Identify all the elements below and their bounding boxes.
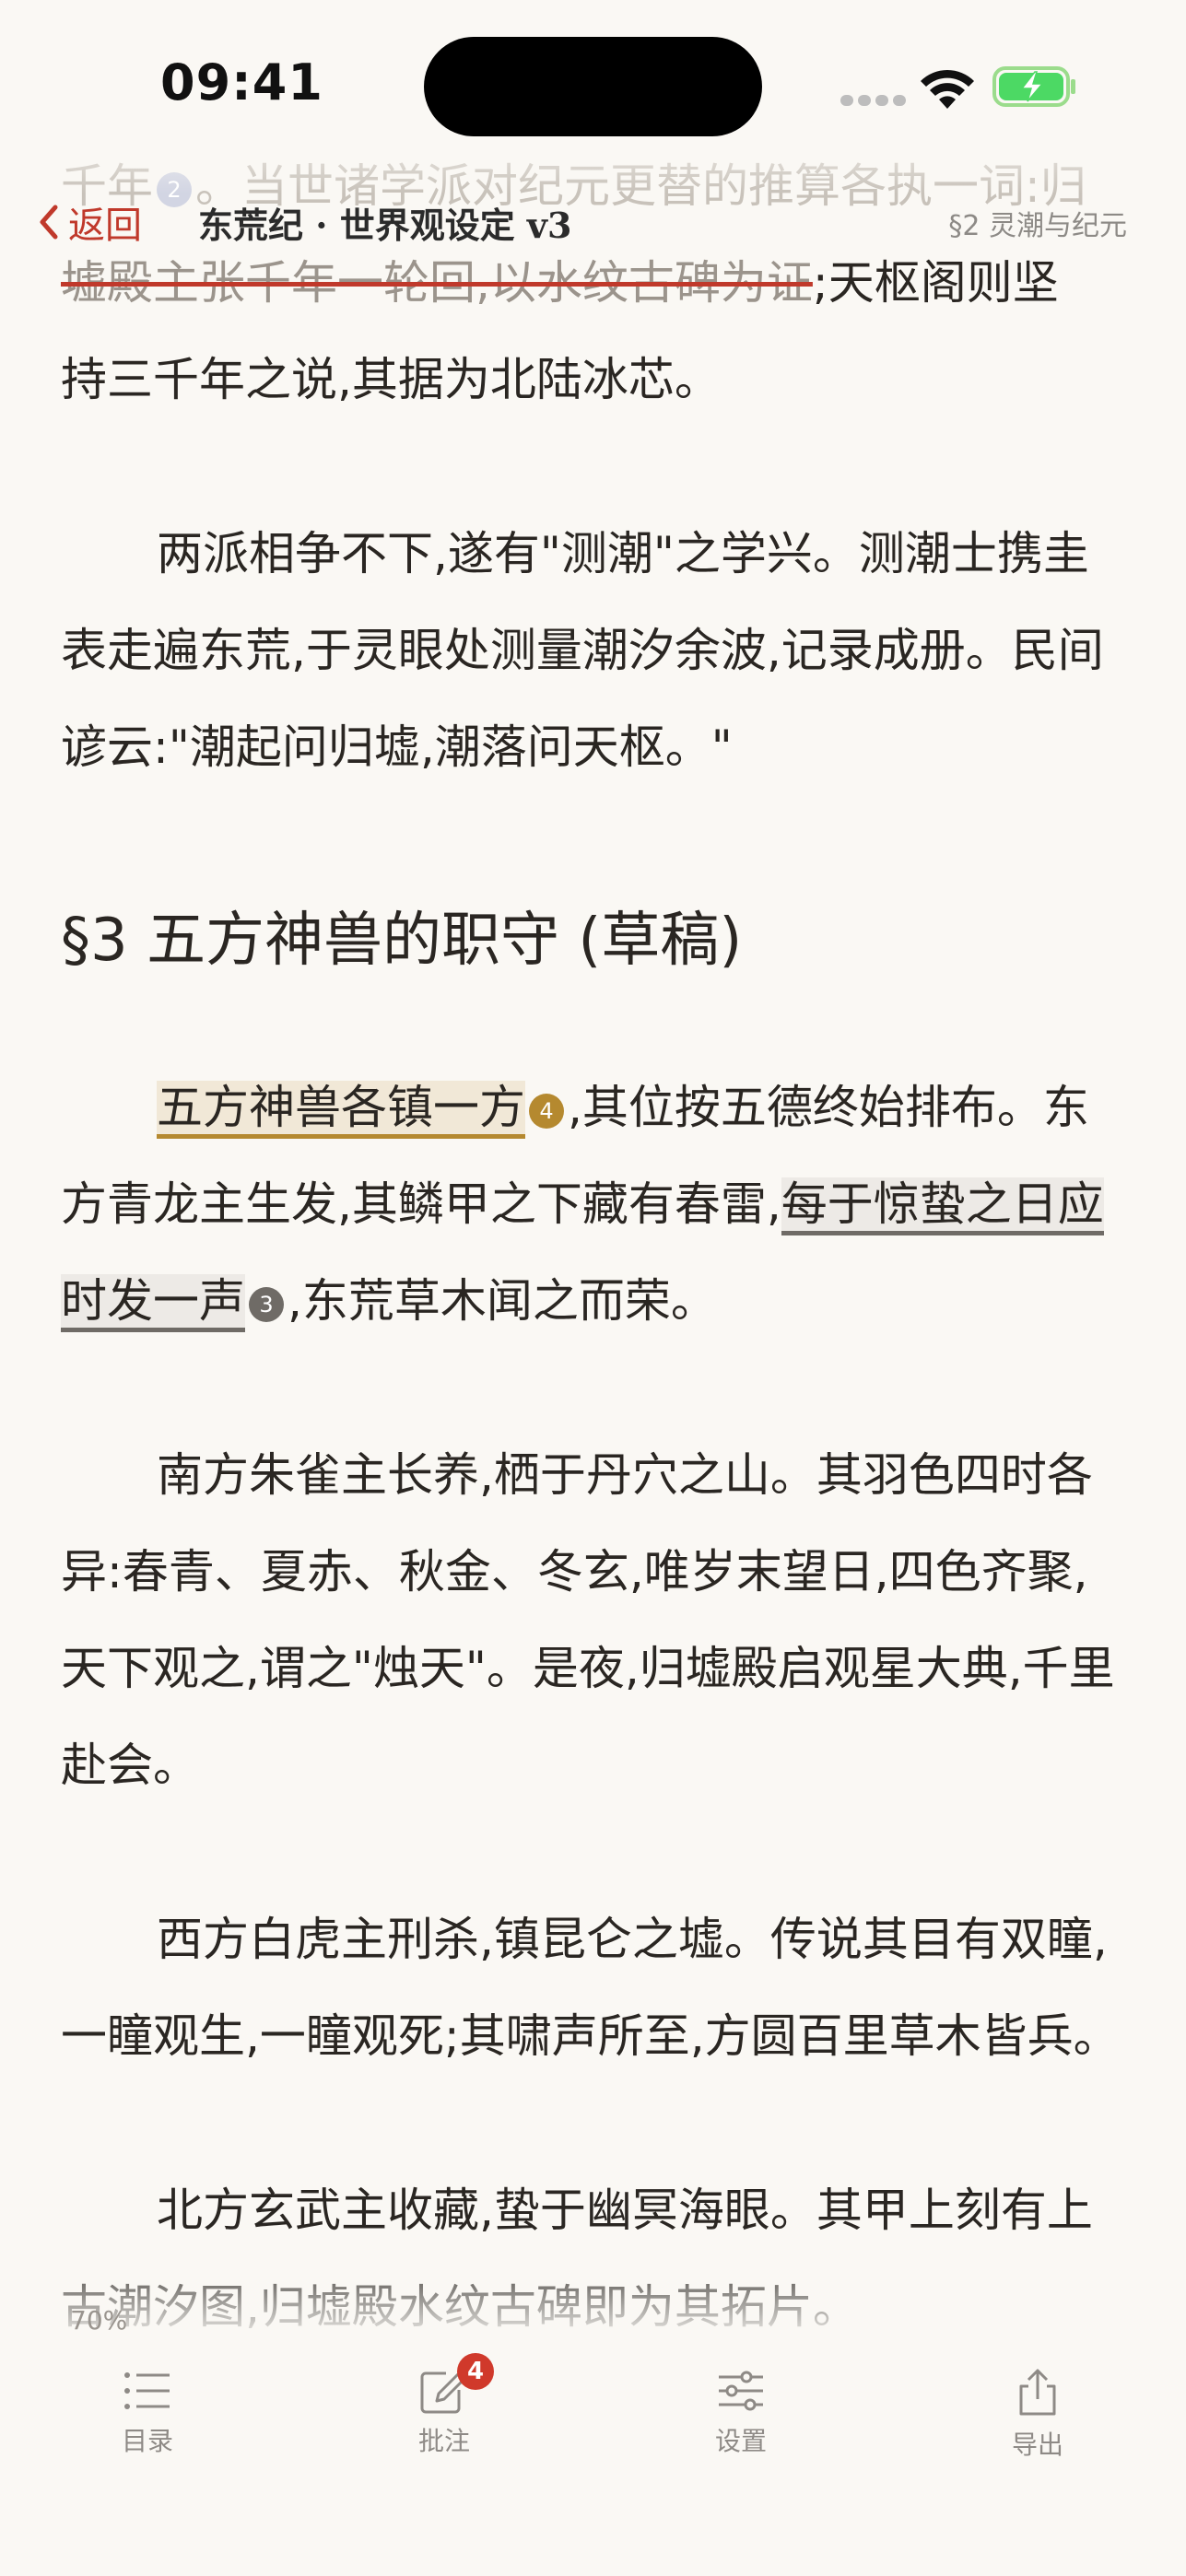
- paragraph-5: 西方白虎主刑杀,镇昆仑之墟。传说其目有双瞳,一瞳观生,一瞳观死;其啸声所至,方圆…: [61, 1913, 1120, 2063]
- battery-charging-icon: [992, 66, 1075, 107]
- document-body: 千年2。当世诸学派对纪元更替的推算各执一词:归 墟殿主张千年一轮回,以水纹古碑为…: [61, 138, 1130, 2356]
- paragraph-4: 南方朱雀主长养,栖于丹穴之山。其羽色四时各异:春青、夏赤、秋金、冬玄,唯岁末望日…: [61, 1448, 1115, 1792]
- annotation-marker-4[interactable]: 4: [529, 1093, 564, 1129]
- paragraph-1-text: ;天枢阁则坚: [812, 256, 1059, 310]
- document-title: 东荒纪 · 世界观设定 v3: [198, 205, 572, 246]
- cellular-signal-icon: [840, 92, 910, 110]
- tab-settings-label: 设置: [714, 2426, 767, 2456]
- tab-notes[interactable]: 批注 4: [370, 2353, 518, 2458]
- dynamic-island: [424, 37, 762, 136]
- reading-progress: 70%: [70, 2305, 128, 2336]
- tab-export-label: 导出: [1011, 2430, 1063, 2460]
- tab-settings[interactable]: 设置: [667, 2368, 815, 2458]
- notes-count-badge: 4: [457, 2353, 494, 2390]
- paragraph-1-line: 持三千年之说,其据为北陆冰芯。: [61, 353, 721, 406]
- chevron-left-icon: [40, 205, 58, 240]
- share-icon: [1019, 2369, 1056, 2416]
- back-button[interactable]: 返回: [37, 195, 142, 249]
- current-section-indicator[interactable]: §2 灵潮与纪元: [948, 203, 1127, 243]
- wifi-icon: [921, 69, 974, 109]
- highlight-annotation-4[interactable]: 五方神兽各镇一方: [157, 1081, 525, 1139]
- sliders-icon: [719, 2371, 763, 2411]
- paragraph-1: 墟殿主张千年一轮回,以水纹古碑为证;天枢阁则坚 持三千年之说,其据为北陆冰芯。: [61, 235, 1130, 428]
- annotation-marker-3[interactable]: 3: [249, 1286, 284, 1322]
- struck-revision-text[interactable]: 墟殿主张千年一轮回,以水纹古碑为证: [61, 256, 813, 310]
- section-heading: §3 五方神兽的职守 (草稿): [61, 907, 743, 975]
- tab-notes-label: 批注: [417, 2426, 470, 2456]
- paragraph-2: 两派相争不下,遂有"测潮"之学兴。测潮士携圭表走遍东荒,于灵眼处测量潮汐余波,记…: [61, 527, 1104, 774]
- paragraph-3: 五方神兽各镇一方 4 ,其位按五德终始排布。东方青龙主生发,其鳞甲之下藏有春雷,每于…: [61, 1060, 1130, 1350]
- status-bar: 09:41: [0, 0, 1186, 157]
- paragraph-3-end: ,东荒草木闻之而荣。: [288, 1274, 717, 1328]
- tab-toc[interactable]: 目录: [74, 2368, 221, 2458]
- bottom-toolbar: 目录 批注 4 设置 导出: [0, 2353, 1186, 2506]
- tab-toc-label: 目录: [121, 2426, 173, 2456]
- list-icon: [124, 2372, 170, 2409]
- reader-nav-bar: 返回 东荒纪 · 世界观设定 v3 §2 灵潮与纪元: [0, 175, 1186, 258]
- back-label: 返回: [68, 205, 142, 247]
- status-time: 09:41: [160, 53, 323, 111]
- tab-export[interactable]: 导出: [964, 2368, 1111, 2462]
